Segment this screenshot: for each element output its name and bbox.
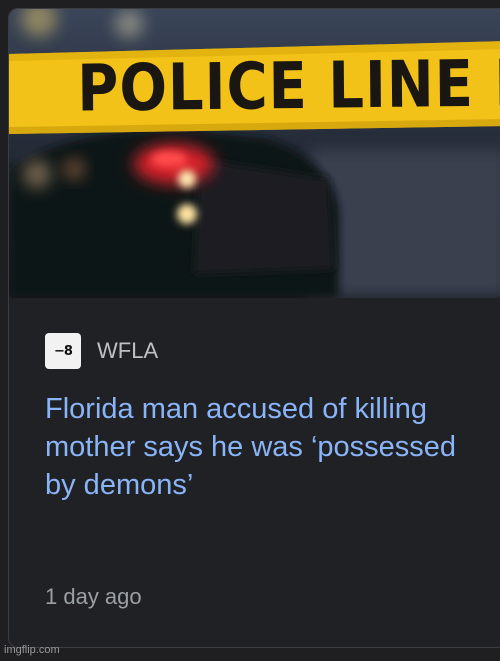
imgflip-watermark: imgflip.com bbox=[4, 644, 60, 656]
wfla-logo-icon: −8 bbox=[45, 333, 81, 369]
article-headline-link[interactable]: Florida man accused of killing mother sa… bbox=[45, 390, 485, 504]
article-timestamp: 1 day ago bbox=[45, 584, 142, 609]
news-card[interactable]: POLICE LINE DO N −8 WFLA Florida man acc… bbox=[8, 8, 500, 648]
police-tape-text: POLICE LINE DO N bbox=[77, 45, 500, 127]
source-name: WFLA bbox=[97, 338, 159, 363]
article-source: −8 WFLA bbox=[45, 333, 158, 369]
article-thumbnail[interactable]: POLICE LINE DO N bbox=[9, 9, 500, 298]
